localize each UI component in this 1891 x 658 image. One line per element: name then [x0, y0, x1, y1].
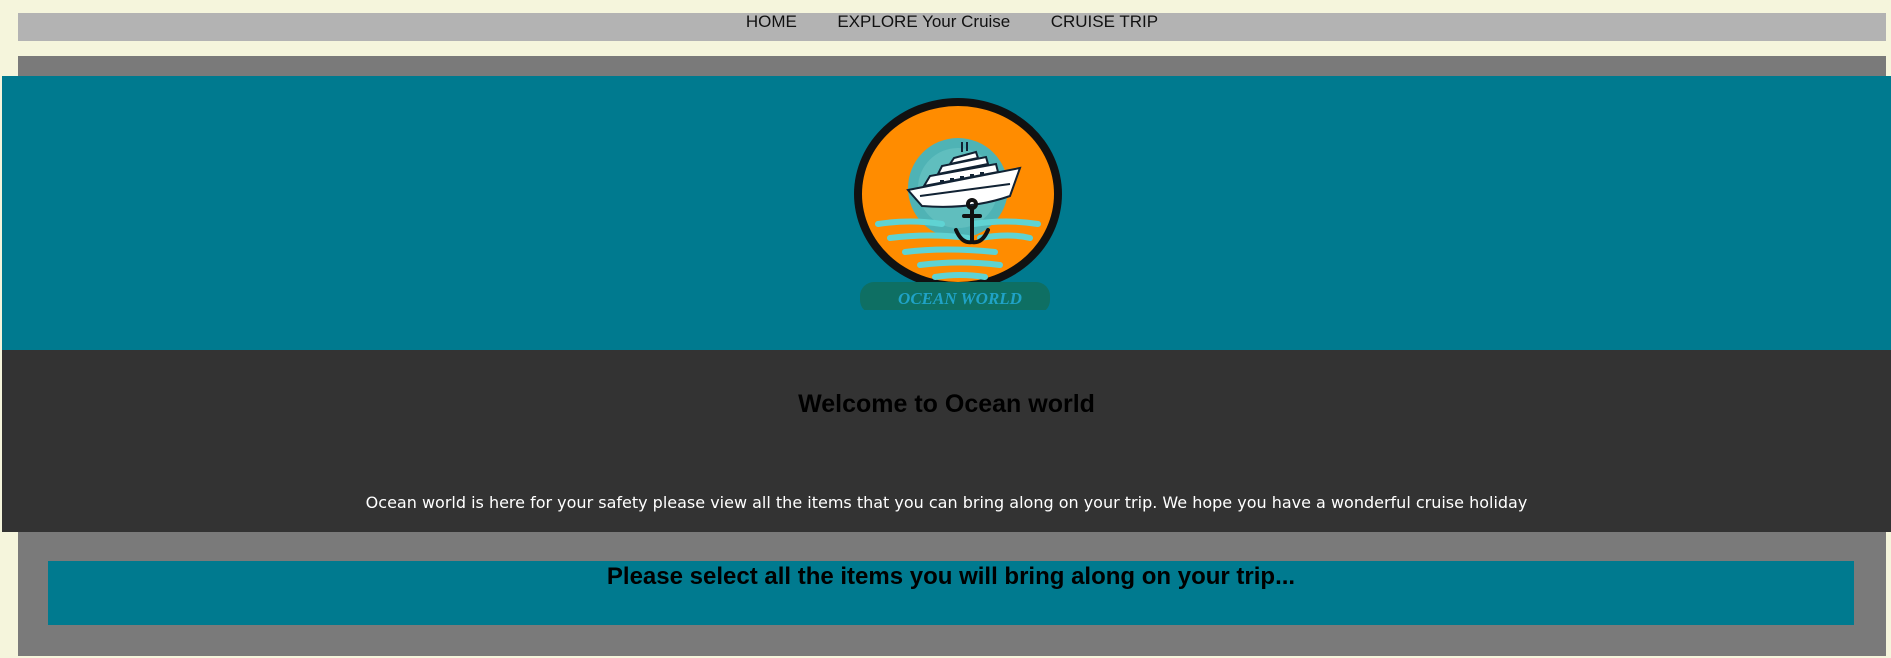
- welcome-title: Welcome to Ocean world: [798, 390, 1095, 418]
- logo-brand-text: OCEAN WORLD: [898, 289, 1022, 308]
- ocean-world-logo: OCEAN WORLD: [850, 88, 1070, 310]
- nav-cruise-trip-link[interactable]: CRUISE TRIP: [1051, 13, 1158, 30]
- welcome-section: Welcome to Ocean world Ocean world is he…: [2, 350, 1891, 532]
- item-selection-panel: Please select all the items you will bri…: [48, 561, 1854, 625]
- top-navigation: HOME EXPLORE Your Cruise CRUISE TRIP: [18, 13, 1886, 41]
- cruise-ship-anchor-logo-icon: OCEAN WORLD: [854, 98, 1062, 310]
- nav-home-link[interactable]: HOME: [746, 13, 797, 30]
- nav-explore-link[interactable]: EXPLORE Your Cruise: [837, 13, 1010, 30]
- logo-banner: OCEAN WORLD: [2, 76, 1891, 350]
- selection-heading: Please select all the items you will bri…: [606, 563, 1296, 590]
- welcome-text: Ocean world is here for your safety plea…: [365, 493, 1528, 512]
